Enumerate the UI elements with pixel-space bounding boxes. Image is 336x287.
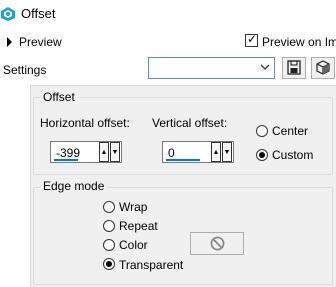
spin-buttons: ▲ ▼	[99, 142, 121, 162]
decrement-arrow-icon[interactable]: ▼	[222, 142, 232, 162]
focus-underline	[54, 159, 78, 161]
repeat-radio[interactable]	[103, 220, 115, 232]
settings-label: Settings	[3, 63, 47, 77]
preview-row: Preview ✓ Preview on Ima	[0, 30, 336, 54]
wrap-radio-label[interactable]: Wrap	[119, 200, 147, 214]
reset-default-button[interactable]	[311, 57, 335, 79]
preview-toggle[interactable]: Preview	[19, 35, 62, 49]
chevron-down-icon	[260, 64, 270, 70]
spin-buttons: ▲ ▼	[211, 142, 233, 162]
custom-radio-label[interactable]: Custom	[272, 148, 313, 162]
repeat-radio-label[interactable]: Repeat	[119, 219, 158, 233]
horizontal-offset-label: Horizontal offset:	[40, 116, 130, 130]
edge-mode-group-title: Edge mode	[40, 179, 108, 193]
increment-arrow-icon[interactable]: ▲	[99, 142, 109, 162]
vertical-offset-value[interactable]: 0	[168, 146, 175, 160]
save-icon	[287, 60, 301, 75]
dialog-window: Offset Preview ✓ Preview on Ima Settings	[0, 0, 336, 287]
edge-color-swatch-button[interactable]	[190, 232, 244, 255]
color-radio-label[interactable]: Color	[119, 238, 148, 252]
expand-arrow-icon[interactable]	[7, 37, 12, 47]
wrap-radio[interactable]	[103, 201, 115, 213]
preview-on-image-label: Preview on Ima	[262, 35, 336, 49]
cube-icon	[316, 60, 330, 75]
color-radio[interactable]	[103, 239, 115, 251]
settings-dropdown[interactable]	[148, 57, 275, 79]
title-bar: Offset	[0, 0, 336, 30]
focus-underline	[166, 159, 200, 161]
transparent-radio-label[interactable]: Transparent	[119, 258, 183, 272]
preview-on-image-checkbox[interactable]: ✓	[245, 32, 258, 47]
transparent-radio[interactable]	[103, 258, 115, 270]
horizontal-offset-spinbox[interactable]: -399 ▲ ▼	[50, 141, 122, 163]
increment-arrow-icon[interactable]: ▲	[211, 142, 221, 162]
check-mark-icon: ✓	[247, 32, 258, 46]
no-color-icon	[210, 236, 225, 251]
horizontal-offset-value[interactable]: -399	[56, 146, 80, 160]
vertical-offset-label: Vertical offset:	[152, 116, 228, 130]
save-preset-button[interactable]	[282, 57, 306, 79]
offset-group-title: Offset	[40, 90, 78, 104]
app-icon	[1, 7, 15, 21]
custom-radio[interactable]	[256, 149, 268, 161]
window-title: Offset	[21, 6, 56, 21]
vertical-offset-spinbox[interactable]: 0 ▲ ▼	[162, 141, 234, 163]
decrement-arrow-icon[interactable]: ▼	[110, 142, 120, 162]
center-radio[interactable]	[256, 125, 268, 137]
center-radio-label[interactable]: Center	[272, 124, 308, 138]
